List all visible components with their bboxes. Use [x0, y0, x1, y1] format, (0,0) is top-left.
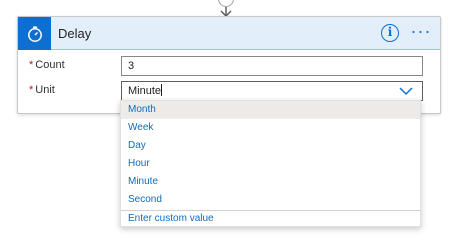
- option-second[interactable]: Second: [121, 191, 420, 209]
- unit-label: * Unit: [29, 84, 55, 96]
- option-minute[interactable]: Minute: [121, 173, 420, 191]
- ellipsis-icon[interactable]: ···: [410, 22, 432, 43]
- option-month[interactable]: Month: [121, 101, 420, 119]
- card-header[interactable]: Delay i ···: [18, 17, 440, 50]
- count-value: 3: [128, 60, 135, 72]
- count-label-text: Count: [35, 59, 65, 71]
- card-title: Delay: [58, 26, 92, 41]
- count-label: * Count: [29, 59, 65, 71]
- add-step-plus-icon[interactable]: [218, 0, 234, 7]
- count-input[interactable]: 3: [121, 56, 423, 76]
- option-hour[interactable]: Hour: [121, 155, 420, 173]
- required-mark: *: [29, 84, 34, 96]
- unit-label-text: Unit: [35, 84, 55, 96]
- unit-value: Minute: [128, 85, 162, 97]
- unit-dropdown-menu: Month Week Day Hour Minute Second Enter …: [120, 100, 421, 227]
- enter-custom-value-option[interactable]: Enter custom value: [121, 211, 420, 227]
- flow-canvas: Delay i ··· * Count 3 * Unit Minute Month …: [0, 0, 474, 252]
- text-caret: [161, 84, 163, 96]
- option-week[interactable]: Week: [121, 119, 420, 137]
- unit-select[interactable]: Minute: [121, 81, 423, 101]
- option-day[interactable]: Day: [121, 137, 420, 155]
- timer-icon: [18, 17, 51, 50]
- chevron-down-icon[interactable]: [399, 86, 413, 96]
- info-icon[interactable]: i: [381, 24, 399, 42]
- required-mark: *: [29, 59, 34, 71]
